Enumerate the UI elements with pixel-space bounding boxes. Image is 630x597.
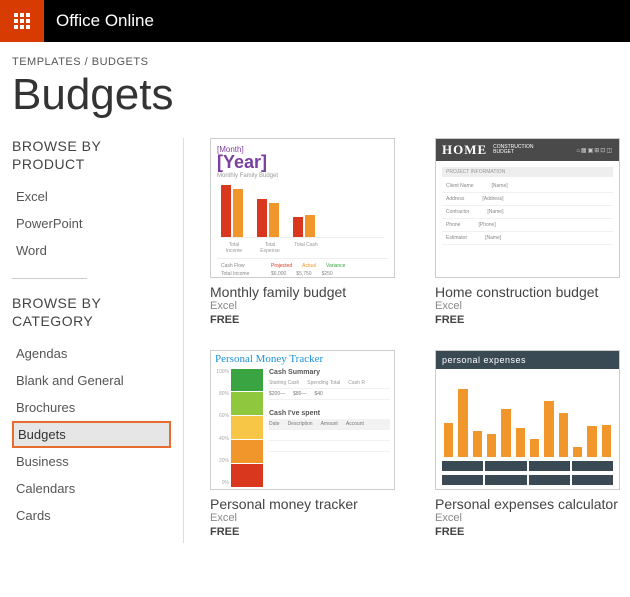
template-app: Excel — [435, 512, 620, 524]
sidebar-category-budgets[interactable]: Budgets — [12, 421, 171, 448]
template-thumbnail[interactable]: personal expenses — [435, 350, 620, 490]
thumb-gauge — [229, 367, 265, 489]
thumb-subtitle: Monthly Family Budget — [217, 173, 388, 179]
page-title: Budgets — [12, 70, 620, 120]
template-thumbnail[interactable]: [Month] [Year] Monthly Family Budget Tot… — [210, 138, 395, 278]
template-title: Monthly family budget — [210, 284, 395, 300]
sidebar-category-blank[interactable]: Blank and General — [12, 367, 171, 394]
thumb-header-icons: ⌂▦▣⊞⊡◫ — [576, 147, 613, 154]
browse-by-product-heading: BROWSE BY PRODUCT — [12, 138, 171, 173]
sidebar-product-excel[interactable]: Excel — [12, 183, 171, 210]
sidebar-category-agendas[interactable]: Agendas — [12, 340, 171, 367]
template-card[interactable]: [Month] [Year] Monthly Family Budget Tot… — [210, 138, 395, 332]
template-app: Excel — [435, 300, 620, 312]
template-app: Excel — [210, 512, 395, 524]
thumb-title: Personal Money Tracker — [211, 351, 394, 367]
template-thumbnail[interactable]: HOME CONSTRUCTIONBUDGET ⌂▦▣⊞⊡◫ PROJECT I… — [435, 138, 620, 278]
thumb-chart — [436, 369, 619, 461]
sidebar-product-word[interactable]: Word — [12, 237, 171, 264]
thumb-header: HOME CONSTRUCTIONBUDGET ⌂▦▣⊞⊡◫ — [436, 139, 619, 161]
thumb-header: personal expenses — [436, 351, 619, 369]
category-list: Agendas Blank and General Brochures Budg… — [12, 340, 171, 529]
thumb-chart — [221, 185, 384, 238]
template-card[interactable]: personal expenses — [435, 350, 620, 544]
product-list: Excel PowerPoint Word — [12, 183, 171, 264]
template-price: FREE — [210, 526, 395, 538]
thumb-categories: Total Income Total Expense Total Cash — [221, 242, 384, 254]
app-launcher[interactable] — [0, 0, 44, 42]
template-title: Personal expenses calculator — [435, 496, 620, 512]
template-price: FREE — [435, 526, 620, 538]
sidebar-category-cards[interactable]: Cards — [12, 502, 171, 529]
template-price: FREE — [210, 314, 395, 326]
template-thumbnail[interactable]: Personal Money Tracker 100% 80% 60% 40% … — [210, 350, 395, 490]
breadcrumb-current: BUDGETS — [92, 56, 149, 68]
breadcrumb: TEMPLATES / BUDGETS — [12, 56, 620, 68]
thumb-data-table: Cash Flow Projected Actual Variance Tota… — [217, 258, 388, 278]
sidebar-category-brochures[interactable]: Brochures — [12, 394, 171, 421]
thumb-footer — [436, 475, 619, 489]
sidebar-product-powerpoint[interactable]: PowerPoint — [12, 210, 171, 237]
browse-by-category-heading: BROWSE BY CATEGORY — [12, 295, 171, 330]
template-title: Personal money tracker — [210, 496, 395, 512]
brand-title: Office Online — [44, 0, 630, 42]
template-price: FREE — [435, 314, 620, 326]
sidebar-category-business[interactable]: Business — [12, 448, 171, 475]
thumb-year: [Year] — [217, 152, 388, 173]
template-title: Home construction budget — [435, 284, 620, 300]
thumb-footer — [436, 461, 619, 475]
breadcrumb-parent[interactable]: TEMPLATES — [12, 56, 81, 68]
sidebar-category-calendars[interactable]: Calendars — [12, 475, 171, 502]
sidebar-divider — [12, 278, 87, 279]
thumb-summary: Cash Summary Starting Cash Spending Tota… — [265, 367, 394, 489]
template-app: Excel — [210, 300, 395, 312]
thumb-body: PROJECT INFORMATION Client Name[Name] Ad… — [436, 161, 619, 251]
template-card[interactable]: Personal Money Tracker 100% 80% 60% 40% … — [210, 350, 395, 544]
template-card[interactable]: HOME CONSTRUCTIONBUDGET ⌂▦▣⊞⊡◫ PROJECT I… — [435, 138, 620, 332]
waffle-icon — [14, 13, 30, 29]
